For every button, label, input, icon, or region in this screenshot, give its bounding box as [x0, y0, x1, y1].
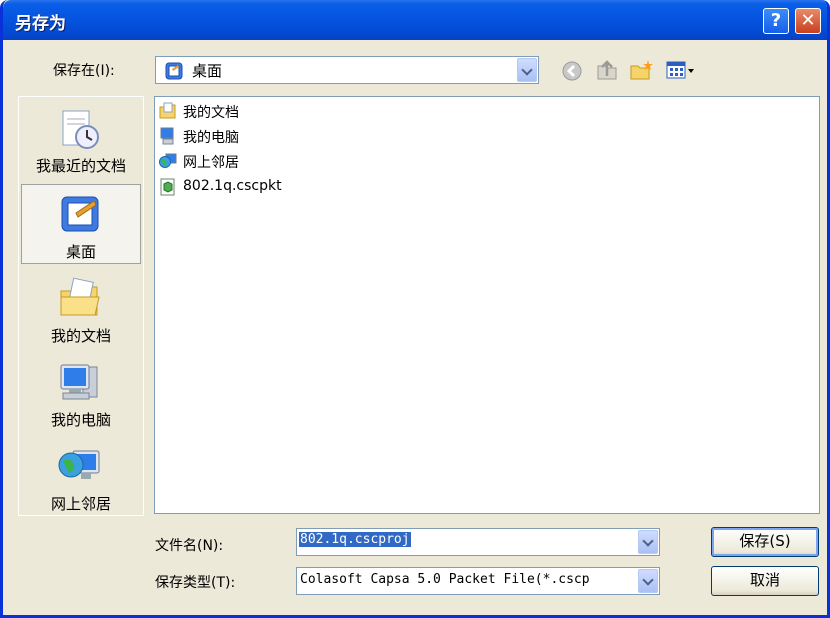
- filename-input[interactable]: 802.1q.cscproj: [299, 532, 411, 547]
- dialog-title: 另存为: [15, 14, 66, 34]
- filename-combo[interactable]: 802.1q.cscproj: [296, 528, 660, 556]
- look-in-combo[interactable]: 桌面: [155, 56, 539, 84]
- my-computer-icon: [60, 364, 98, 400]
- chevron-down-icon[interactable]: [638, 530, 658, 554]
- packet-file-icon: [160, 178, 175, 196]
- back-icon[interactable]: [561, 60, 583, 82]
- chevron-down-icon[interactable]: [517, 58, 537, 82]
- network-places-icon: [159, 153, 177, 168]
- filetype-label: 保存类型(T):: [155, 575, 236, 591]
- desktop-icon: [165, 62, 183, 80]
- file-name: 802.1q.cscpkt: [183, 178, 282, 194]
- close-button[interactable]: ✕: [795, 8, 821, 34]
- place-label: 我的电脑: [50, 411, 111, 429]
- place-label: 桌面: [65, 243, 96, 261]
- file-name: 我的电脑: [183, 130, 239, 146]
- place-network[interactable]: 网上邻居: [21, 437, 141, 517]
- place-label: 我最近的文档: [35, 157, 126, 175]
- up-folder-icon[interactable]: [595, 58, 619, 82]
- filetype-combo[interactable]: Colasoft Capsa 5.0 Packet File(*.cscp: [296, 567, 660, 595]
- desktop-icon: [61, 196, 99, 232]
- save-button[interactable]: 保存(S): [711, 527, 819, 557]
- look-in-label: 保存在(I):: [53, 63, 115, 79]
- place-recent-documents[interactable]: 我最近的文档: [21, 99, 141, 179]
- my-documents-icon: [60, 277, 100, 316]
- file-name: 我的文档: [183, 105, 239, 121]
- title-bar[interactable]: 另存为 ? ✕: [3, 0, 827, 40]
- chevron-down-icon[interactable]: [638, 569, 658, 593]
- place-label: 网上邻居: [50, 495, 111, 513]
- help-button[interactable]: ?: [763, 8, 789, 34]
- network-places-icon: [58, 450, 100, 479]
- place-my-computer[interactable]: 我的电脑: [21, 353, 141, 433]
- file-list[interactable]: 我的文档 我的电脑 网上邻居 802.1q.cscpkt: [154, 96, 820, 514]
- file-name: 网上邻居: [183, 155, 239, 171]
- place-desktop[interactable]: 桌面: [21, 184, 141, 264]
- save-as-dialog: 另存为 ? ✕ 保存在(I): 桌面 我最近的文档 桌面 我的文档 我的电脑 网…: [0, 0, 830, 618]
- cancel-button[interactable]: 取消: [711, 566, 819, 596]
- place-label: 我的文档: [50, 327, 111, 345]
- my-computer-icon: [160, 127, 174, 145]
- new-folder-icon[interactable]: [629, 58, 655, 82]
- filetype-value: Colasoft Capsa 5.0 Packet File(*.cscp: [300, 572, 590, 587]
- place-my-documents[interactable]: 我的文档: [21, 269, 141, 349]
- recent-documents-icon: [62, 110, 99, 149]
- places-bar: 我最近的文档 桌面 我的文档 我的电脑 网上邻居: [18, 96, 144, 516]
- views-menu-icon[interactable]: [665, 60, 697, 82]
- filename-label: 文件名(N):: [155, 538, 224, 554]
- my-documents-icon: [159, 102, 176, 119]
- look-in-value: 桌面: [192, 62, 223, 80]
